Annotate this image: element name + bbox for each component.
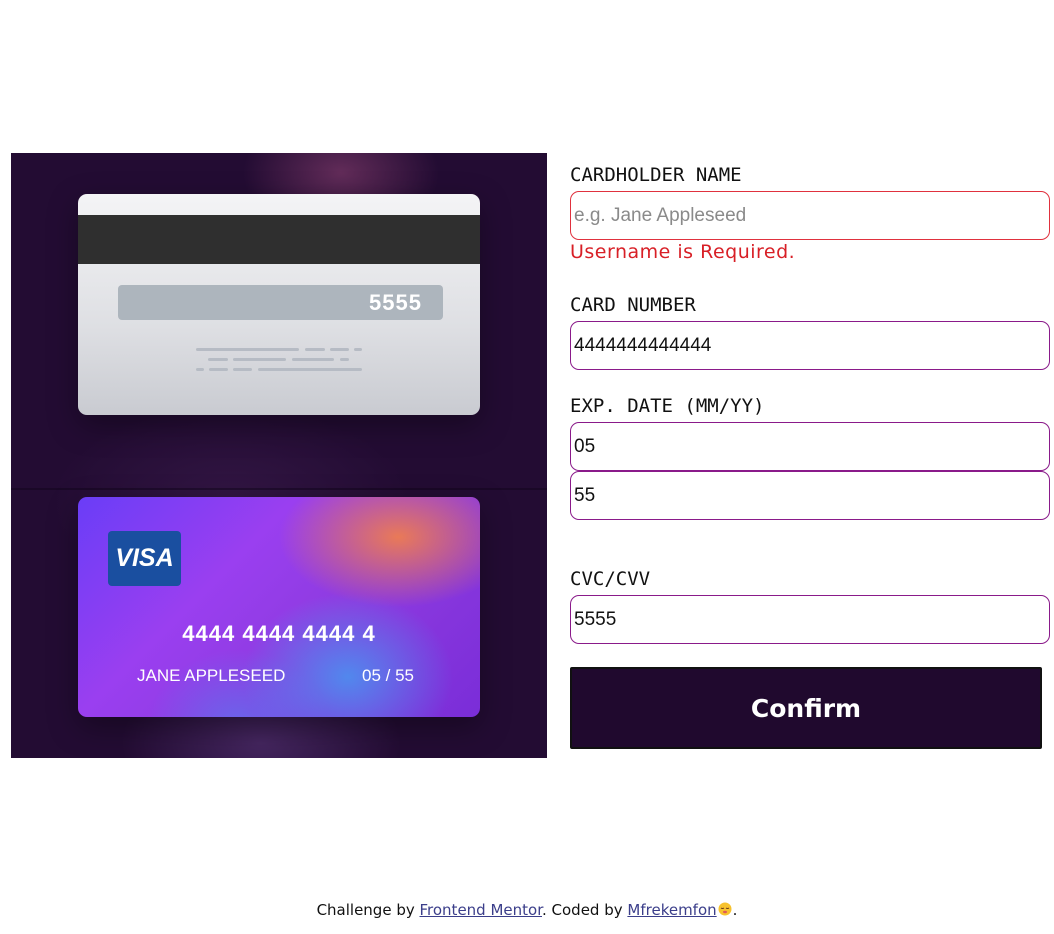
author-link[interactable]: Mfrekemfon — [627, 901, 716, 919]
confirm-button[interactable]: Confirm — [570, 667, 1042, 749]
exp-year-input[interactable] — [570, 471, 1050, 520]
footer-prefix: Challenge by — [316, 901, 420, 919]
card-back-cvc: 5555 — [369, 289, 422, 315]
card-back: 5555 — [78, 194, 480, 415]
signature-strip: 5555 — [118, 285, 443, 320]
card-back-pattern — [196, 348, 366, 378]
magnetic-stripe — [78, 215, 480, 264]
footer-suffix: . — [732, 901, 738, 919]
exp-date-label: EXP. DATE (MM/YY) — [570, 395, 765, 417]
cardholder-name-label: CARDHOLDER NAME — [570, 164, 742, 186]
frontend-mentor-link[interactable]: Frontend Mentor — [420, 901, 543, 919]
panel-divider — [11, 488, 547, 490]
card-front-expiry: 05 / 55 — [362, 666, 414, 685]
card-front-number: 4444 4444 4444 4 — [182, 621, 376, 646]
card-number-label: CARD NUMBER — [570, 294, 696, 316]
cardholder-name-error: Username is Required. — [570, 241, 796, 263]
visa-logo-icon: VISA — [108, 531, 181, 586]
attribution-footer: Challenge by Frontend Mentor. Coded by M… — [0, 901, 1054, 919]
visa-logo-text: VISA — [115, 544, 174, 572]
sleepy-face-icon — [718, 902, 732, 916]
cvc-input[interactable] — [570, 595, 1050, 644]
exp-month-input[interactable] — [570, 422, 1050, 471]
cardholder-name-input[interactable] — [570, 191, 1050, 240]
card-preview-panel: 5555 VISA 4444 4444 4444 4 JANE APPLESEE… — [11, 153, 547, 758]
card-front-holder: JANE APPLESEED — [137, 666, 286, 685]
cvc-label: CVC/CVV — [570, 568, 651, 590]
card-front: VISA 4444 4444 4444 4 JANE APPLESEED 05 … — [78, 497, 480, 717]
card-number-input[interactable] — [570, 321, 1050, 370]
footer-middle: . Coded by — [542, 901, 628, 919]
